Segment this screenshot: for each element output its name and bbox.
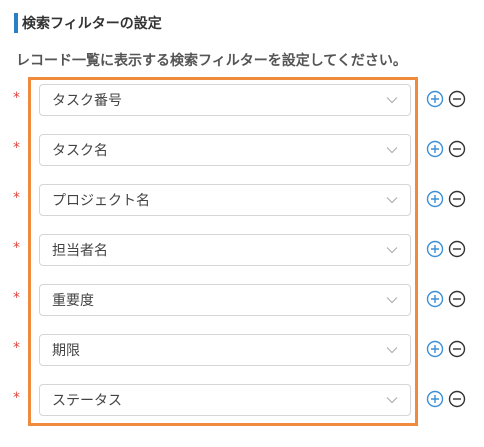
section-header: 検索フィルターの設定: [14, 12, 162, 34]
plus-circle-icon[interactable]: [426, 340, 444, 358]
minus-circle-icon[interactable]: [448, 340, 466, 358]
required-marker: *: [13, 240, 20, 256]
plus-circle-icon[interactable]: [426, 90, 444, 108]
filter-select-value: プロジェクト名: [52, 193, 150, 209]
required-marker: *: [13, 140, 20, 156]
required-marker: *: [13, 340, 20, 356]
plus-circle-icon[interactable]: [426, 140, 444, 158]
filter-row: * 期限: [0, 334, 484, 366]
minus-circle-icon[interactable]: [448, 390, 466, 408]
chevron-down-icon: [386, 297, 398, 304]
filter-select[interactable]: 担当者名: [39, 234, 411, 266]
section-header-accent-bar: [14, 13, 18, 33]
filter-row: * タスク名: [0, 134, 484, 166]
minus-circle-icon[interactable]: [448, 90, 466, 108]
filter-select[interactable]: タスク名: [39, 134, 411, 166]
filter-select[interactable]: タスク番号: [39, 84, 411, 116]
section-title: 検索フィルターの設定: [22, 16, 162, 32]
filter-select-value: ステータス: [52, 393, 122, 409]
filter-select-value: タスク番号: [52, 93, 122, 109]
minus-circle-icon[interactable]: [448, 190, 466, 208]
chevron-down-icon: [386, 397, 398, 404]
minus-circle-icon[interactable]: [448, 140, 466, 158]
filter-select[interactable]: 期限: [39, 334, 411, 366]
filter-select-value: タスク名: [52, 143, 108, 159]
filter-row: * プロジェクト名: [0, 184, 484, 216]
chevron-down-icon: [386, 97, 398, 104]
filter-settings-panel: 検索フィルターの設定 レコード一覧に表示する検索フィルターを設定してください。 …: [0, 0, 484, 447]
filter-row: * ステータス: [0, 384, 484, 416]
filter-row: * 担当者名: [0, 234, 484, 266]
chevron-down-icon: [386, 247, 398, 254]
chevron-down-icon: [386, 347, 398, 354]
filter-select-value: 期限: [52, 343, 80, 359]
chevron-down-icon: [386, 197, 398, 204]
section-description: レコード一覧に表示する検索フィルターを設定してください。: [16, 53, 407, 69]
required-marker: *: [13, 290, 20, 306]
minus-circle-icon[interactable]: [448, 240, 466, 258]
filter-select[interactable]: プロジェクト名: [39, 184, 411, 216]
minus-circle-icon[interactable]: [448, 290, 466, 308]
plus-circle-icon[interactable]: [426, 390, 444, 408]
plus-circle-icon[interactable]: [426, 190, 444, 208]
required-marker: *: [13, 90, 20, 106]
filter-select[interactable]: 重要度: [39, 284, 411, 316]
filter-select-value: 担当者名: [52, 243, 108, 259]
required-marker: *: [13, 390, 20, 406]
plus-circle-icon[interactable]: [426, 240, 444, 258]
filter-select[interactable]: ステータス: [39, 384, 411, 416]
filter-row: * タスク番号: [0, 84, 484, 116]
filter-row: * 重要度: [0, 284, 484, 316]
required-marker: *: [13, 190, 20, 206]
filter-select-value: 重要度: [52, 293, 94, 309]
plus-circle-icon[interactable]: [426, 290, 444, 308]
chevron-down-icon: [386, 147, 398, 154]
